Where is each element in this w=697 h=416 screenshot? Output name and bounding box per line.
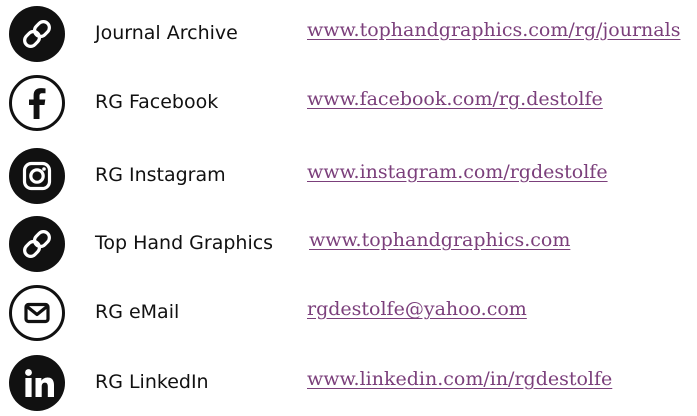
list-item: Journal Archive www.tophandgraphics.com/… <box>0 5 697 63</box>
link-label: RG LinkedIn <box>95 371 209 393</box>
link-label: RG Instagram <box>95 164 226 186</box>
list-item: Top Hand Graphics www.tophandgraphics.co… <box>0 215 697 273</box>
instagram-link[interactable]: www.instagram.com/rgdestolfe <box>307 161 608 183</box>
link-label: RG eMail <box>95 301 180 323</box>
link-label: Top Hand Graphics <box>95 232 274 254</box>
list-item: RG Instagram www.instagram.com/rgdestolf… <box>0 147 697 205</box>
list-item: RG LinkedIn www.linkedin.com/in/rgdestol… <box>0 354 697 412</box>
email-link[interactable]: rgdestolfe@yahoo.com <box>307 298 527 320</box>
list-item: RG eMail rgdestolfe@yahoo.com <box>0 284 697 342</box>
journal-archive-link[interactable]: www.tophandgraphics.com/rg/journals <box>307 19 680 41</box>
facebook-icon <box>8 74 66 132</box>
link-icon <box>8 5 66 63</box>
list-item: RG Facebook www.facebook.com/rg.destolfe <box>0 74 697 132</box>
link-label: RG Facebook <box>95 91 219 113</box>
link-icon <box>8 215 66 273</box>
instagram-icon <box>8 147 66 205</box>
link-list: Journal Archive www.tophandgraphics.com/… <box>0 0 697 416</box>
top-hand-graphics-link[interactable]: www.tophandgraphics.com <box>309 229 570 251</box>
linkedin-icon <box>8 354 66 412</box>
linkedin-link[interactable]: www.linkedin.com/in/rgdestolfe <box>307 368 612 390</box>
link-label: Journal Archive <box>95 22 238 44</box>
email-icon <box>8 284 66 342</box>
facebook-link[interactable]: www.facebook.com/rg.destolfe <box>307 88 603 110</box>
